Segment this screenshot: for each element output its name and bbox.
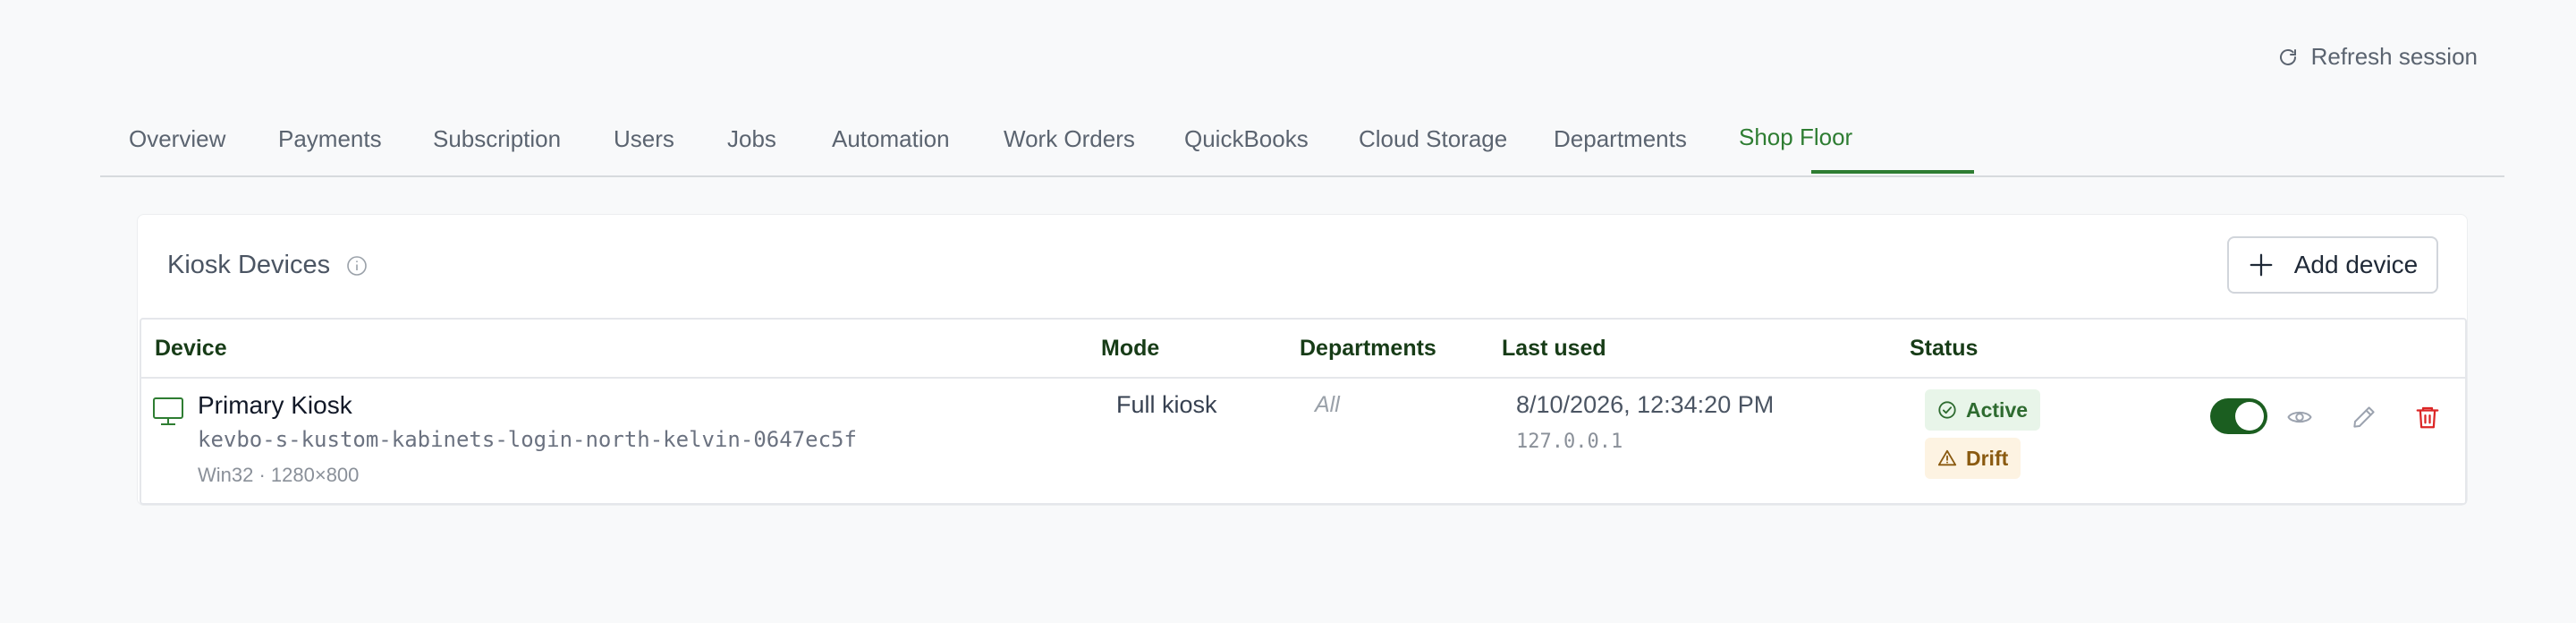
settings-tabs: Overview Payments Subscription Users Job…: [100, 98, 2504, 177]
tab-departments[interactable]: Departments: [1554, 125, 1687, 153]
tab-automation[interactable]: Automation: [832, 125, 950, 153]
card-title: Kiosk Devices: [167, 251, 331, 279]
column-header-last-used: Last used: [1502, 336, 1606, 361]
device-enabled-toggle[interactable]: [2210, 398, 2267, 434]
status-drift-label: Drift: [1966, 446, 2009, 470]
column-header-departments: Departments: [1300, 336, 1436, 361]
tab-work-orders[interactable]: Work Orders: [1004, 125, 1135, 153]
toggle-knob: [2235, 402, 2264, 431]
trash-icon[interactable]: [2414, 404, 2441, 431]
column-header-status: Status: [1910, 336, 1979, 361]
tab-subscription[interactable]: Subscription: [433, 125, 561, 153]
refresh-session-button[interactable]: Refresh session: [2277, 43, 2478, 71]
monitor-icon: [153, 397, 183, 425]
column-header-device: Device: [155, 336, 227, 361]
status-active-label: Active: [1966, 397, 2029, 422]
tab-users[interactable]: Users: [614, 125, 674, 153]
column-header-mode: Mode: [1101, 336, 1160, 361]
card-header: Kiosk Devices: [167, 251, 368, 280]
kiosk-devices-table: Device Mode Departments Last used Status…: [140, 318, 2467, 505]
tab-cloud-storage[interactable]: Cloud Storage: [1359, 125, 1507, 153]
pencil-icon[interactable]: [2351, 404, 2377, 431]
last-used-ip: 127.0.0.1: [1516, 431, 1623, 453]
plus-icon: [2250, 253, 2273, 277]
status-badge-drift: Drift: [1925, 438, 2021, 479]
active-tab-indicator: [1811, 170, 1974, 174]
add-device-label: Add device: [2293, 251, 2419, 278]
tab-overview[interactable]: Overview: [129, 125, 225, 153]
tab-jobs[interactable]: Jobs: [727, 125, 776, 153]
device-platform: Win32 · 1280×800: [198, 464, 360, 486]
device-name: Primary Kiosk: [198, 391, 352, 419]
info-icon[interactable]: [346, 255, 368, 277]
device-id: kevbo-s-kustom-kabinets-login-north-kelv…: [198, 427, 857, 452]
tab-shop-floor[interactable]: Shop Floor: [1739, 124, 1852, 151]
refresh-icon: [2279, 48, 2296, 65]
device-mode: Full kiosk: [1116, 391, 1217, 418]
eye-icon[interactable]: [2286, 404, 2313, 431]
tab-payments[interactable]: Payments: [278, 125, 382, 153]
refresh-session-label: Refresh session: [2310, 43, 2478, 70]
status-badge-active: Active: [1925, 389, 2041, 431]
add-device-button[interactable]: Add device: [2227, 236, 2438, 294]
kiosk-devices-card: Kiosk Devices Add device Device Mode Dep…: [137, 214, 2468, 506]
tab-quickbooks[interactable]: QuickBooks: [1184, 125, 1309, 153]
table-header: Device Mode Departments Last used Status: [141, 320, 2465, 379]
last-used-time: 8/10/2026, 12:34:20 PM: [1516, 391, 1775, 418]
check-circle-icon: [1938, 401, 1956, 419]
warning-icon: [1937, 449, 1957, 466]
device-departments: All: [1315, 392, 1340, 417]
